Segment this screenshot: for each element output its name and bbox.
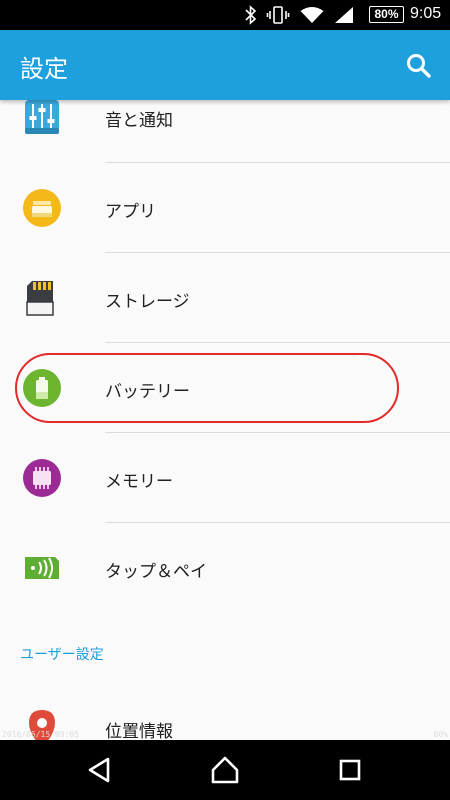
settings-item-label: メモリー — [105, 472, 173, 492]
search-icon — [407, 54, 431, 78]
recents-icon — [339, 759, 361, 781]
status-bar: 80% 9:05 — [0, 0, 450, 30]
back-icon — [88, 757, 110, 783]
settings-item-label: ストレージ — [105, 292, 190, 312]
search-button[interactable] — [402, 49, 436, 83]
nfc-pay-icon — [25, 557, 59, 579]
timestamp-watermark: 2016/06/15 09:05 — [2, 730, 80, 739]
device-settings-card: 音と通知 アプリ ストレージ バッテリー メモリー タップ＆ペイ — [0, 100, 450, 712]
app-bar: 設定 — [0, 30, 450, 100]
settings-item-sound[interactable]: 音と通知 — [0, 100, 450, 163]
battery-watermark: 80% — [433, 730, 448, 739]
settings-item-apps[interactable]: アプリ — [0, 163, 450, 253]
settings-item-memory[interactable]: メモリー — [0, 433, 450, 523]
battery-indicator: 80% — [369, 6, 404, 23]
signal-icon — [335, 7, 353, 23]
vibrate-icon — [266, 6, 290, 24]
settings-list: 音と通知 アプリ ストレージ バッテリー メモリー タップ＆ペイ ユーザー設定 … — [0, 100, 450, 740]
back-button[interactable] — [81, 752, 117, 788]
navigation-bar — [0, 740, 450, 800]
settings-item-label: タップ＆ペイ — [105, 562, 207, 582]
recents-button[interactable] — [332, 752, 368, 788]
highlight-ellipse — [15, 353, 399, 423]
home-icon — [211, 756, 239, 784]
apps-icon — [23, 189, 61, 227]
settings-item-storage[interactable]: ストレージ — [0, 253, 450, 343]
home-button[interactable] — [207, 752, 243, 788]
sound-equalizer-icon — [25, 100, 59, 134]
settings-item-label: アプリ — [105, 202, 156, 222]
settings-item-label: 位置情報 — [105, 722, 173, 740]
battery-percent: 80% — [374, 7, 399, 21]
bluetooth-icon — [245, 5, 257, 25]
settings-item-label: 音と通知 — [105, 111, 173, 131]
memory-chip-icon — [23, 459, 61, 497]
wifi-icon — [300, 7, 324, 23]
page-title: 設定 — [20, 55, 68, 83]
status-clock: 9:05 — [410, 5, 442, 22]
sd-card-icon — [26, 281, 54, 316]
section-header-user-settings: ユーザー設定 — [20, 647, 104, 663]
settings-item-tap-pay[interactable]: タップ＆ペイ — [0, 523, 450, 613]
